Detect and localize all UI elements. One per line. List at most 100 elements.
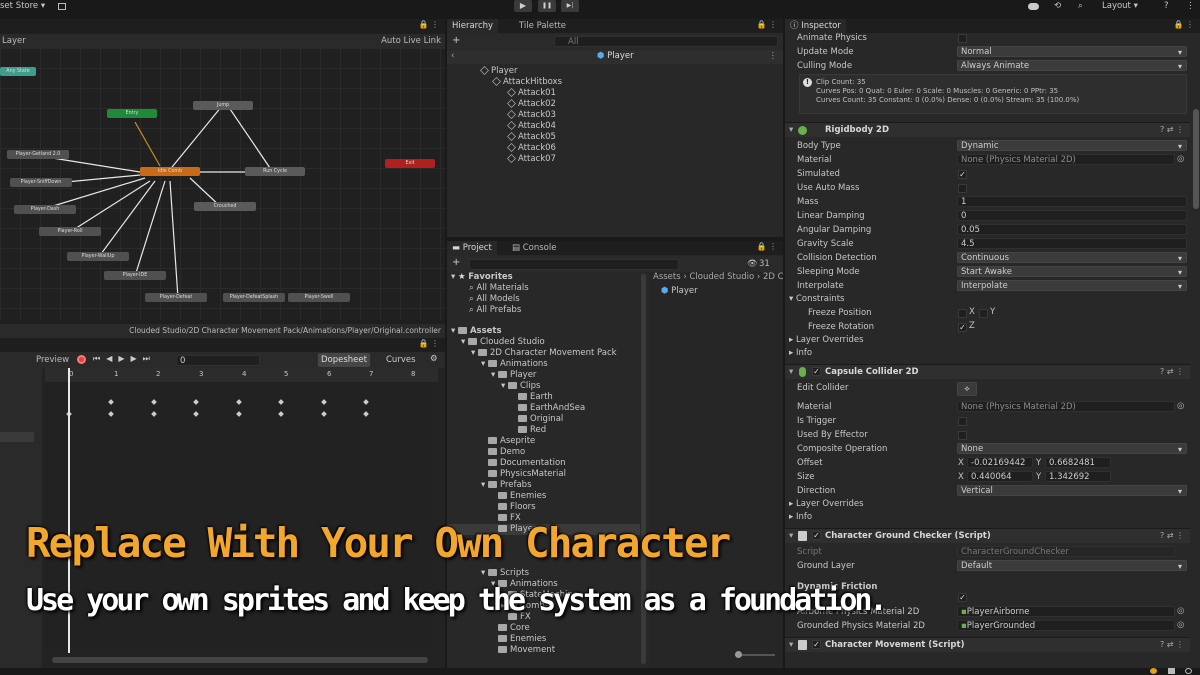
- hierarchy-item[interactable]: Attack04: [507, 121, 556, 132]
- folder-item[interactable]: ▾ Animations: [481, 359, 548, 370]
- constraints-foldout[interactable]: ▾ Constraints: [789, 293, 844, 305]
- folder-item[interactable]: Enemies: [498, 634, 546, 645]
- time-ruler[interactable]: 0 1 2 3 4 5 6 7 8: [45, 368, 438, 382]
- object-picker-icon[interactable]: ◎: [1177, 401, 1184, 411]
- hierarchy-search-input[interactable]: All: [554, 36, 778, 47]
- tab-console[interactable]: ▤ Console: [507, 241, 561, 255]
- state-player-defeat[interactable]: Player-Defeat: [145, 293, 207, 302]
- animate-physics-checkbox[interactable]: [958, 34, 967, 43]
- folder-item[interactable]: ▾ Clips: [501, 381, 540, 392]
- size-y-field[interactable]: 1.342692: [1045, 471, 1111, 482]
- tab-project[interactable]: ▬ Project: [447, 241, 497, 255]
- hierarchy-item[interactable]: Player: [480, 66, 517, 77]
- object-picker-icon[interactable]: ◎: [1177, 154, 1184, 164]
- freeze-position-x-checkbox[interactable]: [958, 309, 967, 318]
- favorites-header[interactable]: ▾ ★ Favorites: [451, 272, 513, 283]
- state-any-state[interactable]: Any State: [0, 67, 36, 76]
- body-type-dropdown[interactable]: Dynamic: [957, 140, 1187, 151]
- dynamic-friction-checkbox[interactable]: ✓: [958, 593, 967, 602]
- enabled-checkbox[interactable]: ✓: [812, 640, 821, 649]
- hierarchy-item[interactable]: AttackHitboxs: [492, 77, 562, 88]
- settings-icon[interactable]: [1185, 668, 1192, 674]
- horizontal-scrollbar[interactable]: [52, 657, 428, 663]
- auto-live-link-toggle[interactable]: Auto Live Link: [381, 36, 441, 46]
- state-player-getdamaged[interactable]: Player-Getland 2.0: [7, 150, 69, 159]
- breadcrumb-item[interactable]: Clouded Studio: [689, 272, 754, 282]
- state-run-cycle[interactable]: Run Cycle: [245, 167, 305, 176]
- capsule-collider-header[interactable]: ▾ ✓ Capsule Collider 2D ? ⇄ ⋮: [785, 364, 1190, 379]
- state-player-sniffdown[interactable]: Player-SniffDown: [10, 178, 72, 187]
- ground-checker-header[interactable]: ▾ ✓ Character Ground Checker (Script) ? …: [785, 528, 1190, 543]
- component-menu-icons[interactable]: ? ⇄ ⋮: [1160, 529, 1184, 543]
- package-icon[interactable]: [58, 3, 66, 10]
- interpolate-dropdown[interactable]: Interpolate: [957, 280, 1187, 291]
- state-player-dash[interactable]: Player-Dash: [14, 205, 76, 214]
- favorite-item[interactable]: ⌕ All Materials: [469, 283, 529, 294]
- culling-mode-dropdown[interactable]: Always Animate: [957, 60, 1187, 71]
- folder-item[interactable]: ▾ 2D Character Movement Pack: [471, 348, 617, 359]
- state-player-wallup[interactable]: Player-WallUp: [67, 252, 129, 261]
- folder-item[interactable]: ▾ Scripts: [481, 568, 529, 579]
- info-foldout[interactable]: ▸ Info: [789, 511, 812, 523]
- hidden-packages-icon[interactable]: 👁: [747, 259, 758, 269]
- dopesheet-button[interactable]: Dopesheet: [318, 353, 370, 367]
- grounded-material-field[interactable]: ▪PlayerGrounded: [957, 620, 1175, 631]
- state-player-swell[interactable]: Player-Swell: [288, 293, 350, 302]
- property-row[interactable]: [0, 432, 34, 442]
- hierarchy-item[interactable]: Attack02: [507, 99, 556, 110]
- asset-store-menu[interactable]: set Store ▾: [0, 1, 45, 11]
- cloud-icon[interactable]: [1028, 3, 1039, 10]
- simulated-checkbox[interactable]: ✓: [958, 170, 967, 179]
- content-item[interactable]: ⬢ Player: [661, 286, 698, 297]
- folder-item[interactable]: EarthAndSea: [518, 403, 585, 414]
- history-icon[interactable]: ⟲: [1054, 1, 1061, 11]
- object-picker-icon[interactable]: ◎: [1177, 620, 1184, 630]
- rigidbody2d-header[interactable]: ▾ Rigidbody 2D ? ⇄ ⋮: [785, 122, 1190, 137]
- folder-item[interactable]: Earth: [518, 392, 553, 403]
- search-icon[interactable]: ⌕: [1078, 1, 1083, 11]
- component-menu-icons[interactable]: ? ⇄ ⋮: [1160, 365, 1184, 379]
- play-button[interactable]: ▶: [514, 0, 532, 12]
- panel-menu-icon[interactable]: 🔒 ⋮: [1173, 20, 1194, 29]
- zoom-slider-handle[interactable]: [735, 651, 742, 658]
- airborne-material-field[interactable]: ▪PlayerAirborne: [957, 606, 1175, 617]
- add-button[interactable]: +: [452, 257, 460, 268]
- assets-header[interactable]: ▾ Assets: [451, 326, 502, 337]
- linear-damping-field[interactable]: 0: [957, 210, 1187, 221]
- size-x-field[interactable]: 0.440064: [967, 471, 1033, 482]
- enabled-checkbox[interactable]: ✓: [812, 367, 821, 376]
- state-jump[interactable]: Jump: [193, 101, 253, 110]
- folder-item[interactable]: Original: [518, 414, 563, 425]
- folder-item[interactable]: ▾ Player: [491, 370, 536, 381]
- record-icon[interactable]: [77, 355, 86, 364]
- is-trigger-checkbox[interactable]: [958, 417, 967, 426]
- layer-overrides-foldout[interactable]: ▸ Layer Overrides: [789, 498, 864, 510]
- state-crouched[interactable]: Crouched: [194, 202, 256, 211]
- mass-field[interactable]: 1: [957, 196, 1187, 207]
- edit-collider-button[interactable]: ⟡: [957, 382, 977, 396]
- panel-menu-icon[interactable]: 🔒 ⋮: [756, 20, 777, 29]
- gear-icon[interactable]: ⚙: [430, 354, 438, 364]
- folder-item[interactable]: Documentation: [488, 458, 566, 469]
- folder-item[interactable]: PhysicsMaterial: [488, 469, 566, 480]
- project-search-input[interactable]: [469, 259, 679, 270]
- state-idle[interactable]: Idle Comb: [140, 167, 200, 176]
- folder-item[interactable]: ▾ Clouded Studio: [461, 337, 545, 348]
- layout-dropdown[interactable]: Layout ▾: [1102, 1, 1138, 11]
- hierarchy-item[interactable]: Attack06: [507, 143, 556, 154]
- notification-icon[interactable]: [1150, 668, 1157, 674]
- back-arrow-icon[interactable]: ‹: [451, 51, 454, 61]
- panel-menu-icon[interactable]: 🔒 ⋮: [756, 242, 777, 251]
- favorite-item[interactable]: ⌕ All Prefabs: [469, 305, 521, 316]
- state-entry[interactable]: Entry: [107, 109, 157, 118]
- component-menu-icons[interactable]: ? ⇄ ⋮: [1160, 123, 1184, 137]
- folder-item[interactable]: Aseprite: [488, 436, 535, 447]
- pause-button[interactable]: ❚❚: [538, 0, 556, 12]
- tab-tile-palette[interactable]: Tile Palette: [514, 19, 571, 33]
- state-player-defeatsplash[interactable]: Player-DefeatSplash: [223, 293, 285, 302]
- inspector-scrollbar[interactable]: [1193, 109, 1199, 209]
- component-menu-icons[interactable]: ? ⇄ ⋮: [1160, 638, 1184, 652]
- favorite-item[interactable]: ⌕ All Models: [469, 294, 520, 305]
- panel-menu-icon[interactable]: 🔒 ⋮: [418, 20, 439, 29]
- state-exit[interactable]: Exit: [385, 159, 435, 168]
